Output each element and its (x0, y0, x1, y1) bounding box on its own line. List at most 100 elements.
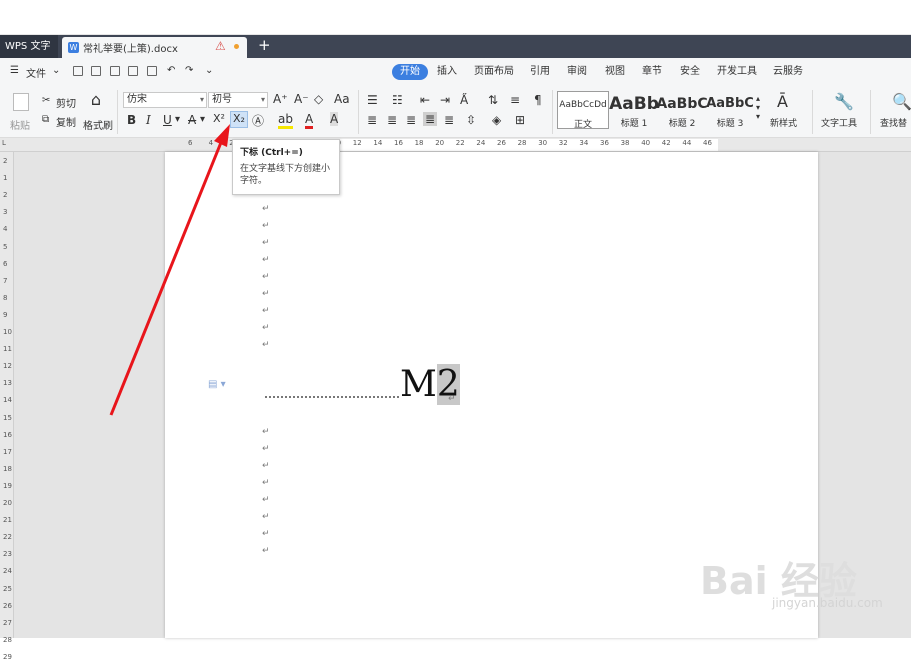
paragraph-mark: ↵ (262, 238, 270, 248)
clear-format-icon[interactable]: ◇ (314, 92, 323, 106)
paragraph-mark: ↵ (262, 340, 270, 350)
ruler-number: 12 (3, 362, 12, 371)
paste-icon[interactable] (13, 93, 29, 111)
horizontal-ruler[interactable]: L 64224681012141618202224262830323436384… (0, 138, 911, 152)
format-painter-button[interactable]: 格式刷 (83, 117, 113, 132)
file-menu[interactable]: 文件 (26, 65, 46, 80)
decrease-indent-icon[interactable]: ⇤ (420, 93, 430, 107)
subscript-button[interactable]: X₂ (230, 111, 248, 128)
cut-button[interactable]: 剪切 (56, 95, 76, 110)
search-icon[interactable]: 🔍 (892, 92, 911, 111)
justify-icon[interactable]: ≣ (423, 112, 438, 126)
increase-indent-icon[interactable]: ⇥ (440, 93, 450, 107)
superscript-button[interactable]: X² (213, 112, 225, 125)
undo-icon[interactable]: ↶ (167, 65, 175, 76)
print-icon[interactable] (110, 66, 120, 76)
ruler-number: 6 (188, 139, 193, 147)
distributed-icon[interactable]: ≣ (444, 113, 454, 127)
style-heading-2[interactable]: AaBbC 标题 2 (656, 91, 708, 129)
chinese-layout-icon[interactable]: A̋ (460, 93, 468, 107)
shading-icon[interactable]: ◈ (492, 113, 501, 127)
line-spacing-icon[interactable]: ⇳ (466, 113, 476, 127)
font-name-value: 仿宋 (127, 94, 147, 105)
style-heading-3[interactable]: AaBbC 标题 3 (704, 91, 756, 129)
style-normal[interactable]: AaBbCcDd 正文 (557, 91, 609, 129)
tab-references[interactable]: 引用 (530, 64, 550, 80)
tab-developer[interactable]: 开发工具 (717, 64, 757, 80)
app-tab[interactable]: WPS 文字 (0, 35, 58, 58)
vertical-ruler[interactable]: 2 1 2 3 4 5 6 7 8 9 10 11 12 13 14 15 16 17 18 19 20 21 22 23 24… (0, 152, 14, 661)
align-right-icon[interactable]: ≣ (406, 113, 416, 127)
text-effect-icon[interactable]: Aa (334, 92, 350, 106)
bold-button[interactable]: B (127, 113, 136, 127)
wrench-icon[interactable]: 🔧 (834, 92, 854, 111)
tab-insert[interactable]: 插入 (437, 64, 457, 80)
grow-font-icon[interactable]: A⁺ (273, 92, 288, 106)
copy-icon[interactable]: ⧉ (42, 114, 49, 125)
chevron-down-icon[interactable]: ⌄ (52, 65, 60, 76)
tooltip-description: 在文字基线下方创建小字符。 (240, 164, 331, 186)
text-tools-button[interactable]: 文字工具 (821, 116, 857, 129)
export-pdf-icon[interactable] (128, 66, 138, 76)
line-spacing-icon[interactable]: ≡ (510, 93, 520, 107)
border-icon[interactable]: ⊞ (515, 113, 525, 127)
text-shade-icon[interactable]: Ⓐ (252, 112, 264, 129)
shrink-font-icon[interactable]: A⁻ (294, 92, 309, 106)
ruler-number: 22 (455, 139, 465, 147)
scissors-icon[interactable]: ✂ (42, 95, 50, 106)
tab-section[interactable]: 章节 (642, 64, 662, 80)
styles-scroll-icon[interactable]: ▴ ▾ ▾ (756, 94, 760, 121)
ruler-number: 6 (3, 259, 8, 268)
numbered-list-icon[interactable]: ☷ (392, 93, 403, 107)
paragraph-mark: ↵ (262, 546, 270, 556)
copy-button[interactable]: 复制 (56, 114, 76, 129)
strikethrough-button[interactable]: A (188, 113, 196, 127)
tooltip-title: 下标 (Ctrl+=) (240, 148, 303, 158)
ruler-number: 4 (208, 139, 214, 147)
ruler-number: 11 (3, 345, 12, 354)
font-size-select[interactable]: 初号 ▾ (208, 92, 268, 108)
chevron-down-icon[interactable]: ▾ (175, 114, 180, 125)
char-shading-icon[interactable]: A (330, 112, 339, 126)
show-marks-icon[interactable]: ¶ (534, 93, 542, 107)
menu-row: ☰ 文件 ⌄ ↶ ↷ ⌄ 开始 插入 页面布局 引用 审阅 视图 章节 安全 开… (0, 58, 911, 86)
font-name-select[interactable]: 仿宋 ▾ (123, 92, 207, 108)
font-color-icon[interactable]: A (305, 112, 314, 129)
tab-review[interactable]: 审阅 (567, 64, 587, 80)
italic-button[interactable]: I (146, 113, 151, 127)
align-left-icon[interactable]: ≣ (367, 113, 377, 127)
ruler-number: 18 (3, 464, 12, 473)
paste-button[interactable]: 粘贴 (10, 117, 30, 132)
ruler-number: 24 (476, 139, 486, 147)
sort-icon[interactable]: ⇅ (488, 93, 498, 107)
format-painter-icon[interactable]: ⌂ (89, 92, 103, 108)
ruler-number: 17 (3, 447, 12, 456)
underline-button[interactable]: U (163, 113, 172, 127)
tab-security[interactable]: 安全 (680, 64, 700, 80)
window-top-bar (0, 0, 911, 35)
paragraph-handle-icon[interactable]: ▤ ▾ (208, 379, 226, 390)
new-tab-button[interactable]: + (258, 36, 271, 54)
align-center-icon[interactable]: ≣ (387, 113, 397, 127)
tab-cloud[interactable]: 云服务 (773, 64, 803, 80)
open-icon[interactable] (73, 66, 83, 76)
chevron-down-icon[interactable]: ▾ (200, 114, 205, 125)
tab-view[interactable]: 视图 (605, 64, 625, 80)
highlight-icon[interactable]: ab (278, 112, 293, 129)
redo-icon[interactable]: ↷ (185, 65, 193, 76)
save-icon[interactable] (91, 66, 101, 76)
new-style-icon[interactable]: Ā (777, 92, 788, 111)
paragraph-mark: ↵ (262, 255, 270, 265)
document-tab[interactable]: W 常礼举要(上策).docx ⚠ (62, 37, 247, 58)
tab-page-layout[interactable]: 页面布局 (474, 64, 514, 80)
style-heading-1[interactable]: AaBb 标题 1 (608, 91, 660, 129)
new-style-button[interactable]: 新样式 (770, 116, 797, 129)
print-preview-icon[interactable] (147, 66, 157, 76)
find-replace-button[interactable]: 查找替 (880, 116, 907, 129)
customize-icon[interactable]: ⌄ (205, 65, 213, 76)
bullet-list-icon[interactable]: ☰ (367, 93, 378, 107)
menu-icon[interactable]: ☰ (10, 65, 19, 76)
ruler-number: 27 (3, 618, 12, 627)
chevron-down-icon: ▾ (260, 95, 265, 104)
tab-home[interactable]: 开始 (392, 64, 428, 80)
